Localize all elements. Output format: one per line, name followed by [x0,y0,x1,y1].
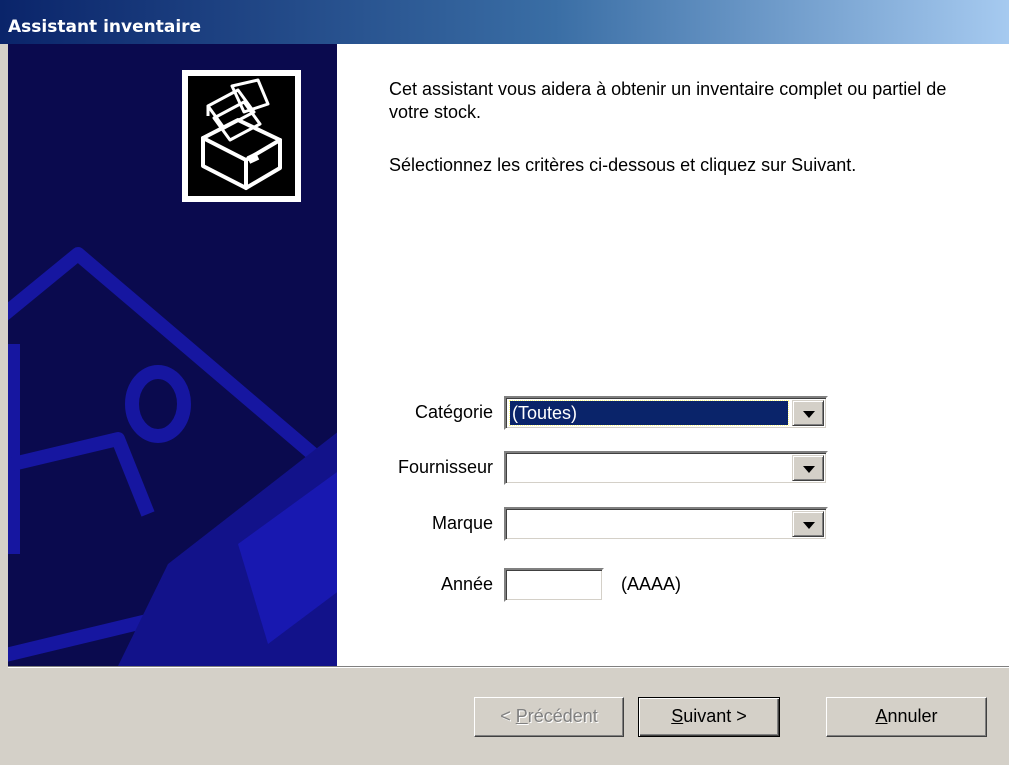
categorie-label: Catégorie [414,402,493,422]
chevron-down-icon [803,466,815,473]
categorie-combobox[interactable]: (Toutes) [504,396,828,430]
intro-line-1: Cet assistant vous aidera à obtenir un i… [389,79,947,122]
fournisseur-value [510,456,788,480]
marque-value [510,512,788,536]
categorie-row: Catégorie (Toutes) [329,396,1001,430]
marque-row: Marque [329,507,1001,541]
intro-text: Cet assistant vous aidera à obtenir un i… [389,78,959,177]
wizard-sidebar [8,44,337,666]
categorie-value: (Toutes) [509,400,789,426]
annuler-button[interactable]: Annuler [826,697,987,737]
inventory-box-icon [201,78,282,190]
wizard-logo [182,70,301,202]
chevron-down-icon [803,411,815,418]
window-title: Assistant inventaire [8,17,202,37]
annee-format-hint: (AAAA) [621,574,682,594]
marque-label: Marque [431,513,493,533]
chevron-down-icon [803,522,815,529]
precedent-button[interactable]: < Précédent [474,697,624,737]
annee-label: Année [440,574,493,594]
categorie-dropdown-button[interactable] [792,400,824,426]
annee-input[interactable] [504,568,604,602]
fournisseur-combobox[interactable] [504,451,828,485]
marque-combobox[interactable] [504,507,828,541]
annee-row: Année (AAAA) [329,568,1001,602]
fournisseur-label: Fournisseur [397,457,493,477]
suivant-button[interactable]: Suivant > [638,697,780,737]
fournisseur-row: Fournisseur [329,451,1001,485]
intro-line-2: Sélectionnez les critères ci-dessous et … [389,155,857,175]
fournisseur-dropdown-button[interactable] [792,455,824,481]
marque-dropdown-button[interactable] [792,511,824,537]
title-bar[interactable]: Assistant inventaire [0,0,1009,44]
